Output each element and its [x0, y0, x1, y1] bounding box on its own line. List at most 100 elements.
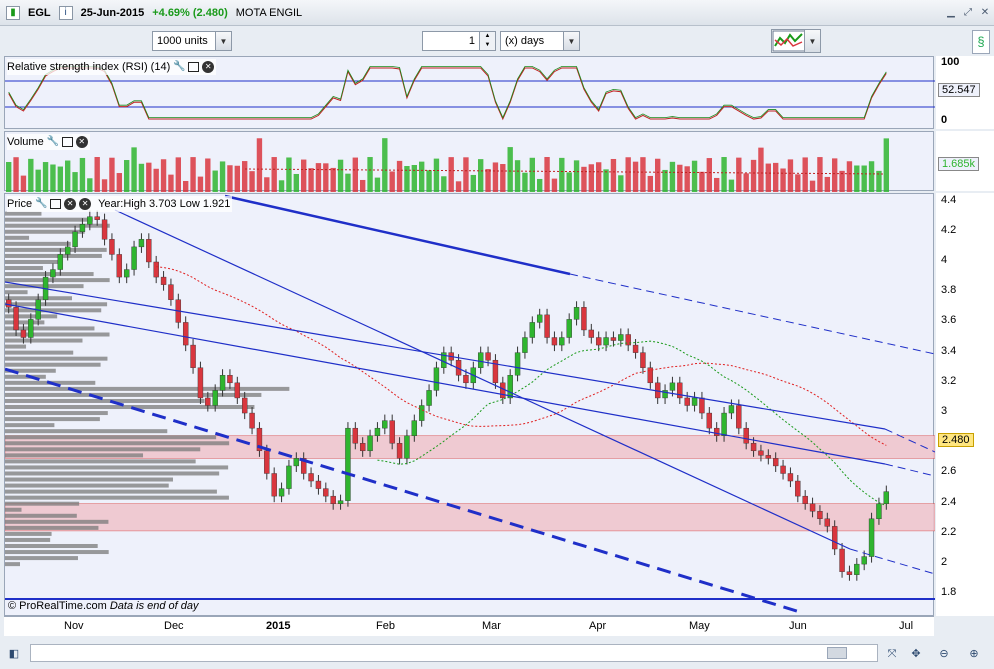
maximize-panel-icon[interactable]: [188, 62, 200, 72]
volume-bar: [153, 168, 159, 192]
title-bar: ▮ EGL i 25-Jun-2015 +4.69% (2.480) MOTA …: [0, 0, 994, 26]
volume-bar: [87, 178, 93, 192]
candle-body: [286, 465, 292, 489]
candle-body: [595, 337, 602, 346]
rsi-line-red: [8, 67, 887, 121]
close-panel-icon[interactable]: ✕: [202, 61, 215, 73]
volume-bar: [249, 171, 255, 192]
volume-bar: [500, 164, 506, 192]
rsi-current-value: 52.547: [938, 83, 980, 97]
close-icon[interactable]: ✕: [978, 6, 992, 20]
time-axis-label: Jul: [899, 620, 914, 632]
stepper-up-icon[interactable]: ▲: [479, 32, 495, 41]
chart-style-button[interactable]: ▼: [771, 29, 821, 53]
candle-body: [839, 548, 845, 572]
volume-bar: [352, 157, 358, 192]
volume-bar: [773, 162, 779, 192]
zoom-out-icon[interactable]: ⊖: [936, 646, 952, 662]
period-value: 1: [468, 35, 475, 47]
volume-profile-bar: [5, 465, 229, 470]
volume-bar: [706, 158, 712, 192]
volume-bar: [817, 157, 823, 192]
zoom-in-icon[interactable]: ⊕: [966, 646, 982, 662]
volume-bar: [94, 157, 100, 192]
stepper-down-icon[interactable]: ▼: [479, 41, 495, 50]
candle-body: [205, 397, 211, 406]
candle-body: [728, 405, 735, 414]
close-panel-icon[interactable]: ✕: [75, 136, 88, 148]
price-axis-tick: 2: [941, 556, 948, 569]
volume-profile-bar: [5, 441, 230, 446]
close-panel-icon[interactable]: ✕: [64, 198, 77, 210]
wrench-icon[interactable]: 🔧: [173, 61, 185, 73]
candle-body: [241, 397, 248, 414]
time-axis-label: Jun: [789, 620, 807, 632]
wrench-icon[interactable]: 🔧: [47, 136, 59, 148]
maximize-panel-icon[interactable]: [50, 199, 62, 209]
rsi-panel[interactable]: Relative strength index (RSI) (14) 🔧 ✕: [4, 56, 935, 129]
price-panel[interactable]: Price 🔧 ✕ ✕ Year:High 3.703 Low 1.921: [4, 193, 935, 616]
info-icon[interactable]: i: [58, 5, 73, 20]
chart-type-icon[interactable]: ▮: [6, 5, 20, 20]
time-axis-label: 2015: [266, 620, 291, 632]
volume-bar: [168, 174, 174, 192]
chart-style-icon: [772, 30, 806, 52]
company-name: MOTA ENGIL: [235, 6, 303, 19]
maximize-panel-icon[interactable]: [61, 137, 73, 147]
volume-profile-bar: [5, 247, 107, 252]
chevron-down-icon[interactable]: ▼: [563, 32, 579, 50]
minimize-icon[interactable]: ▁: [944, 6, 958, 20]
volume-profile-bar: [5, 477, 173, 482]
volume-profile-bar: [5, 543, 98, 548]
volume-bar: [278, 180, 285, 192]
candle-body: [101, 219, 108, 240]
zoom-fit-icon[interactable]: ⤧: [884, 646, 900, 662]
candle-body: [28, 319, 34, 338]
volume-bar: [138, 163, 145, 192]
volume-panel[interactable]: Volume 🔧 ✕: [4, 131, 934, 192]
units-select[interactable]: 1000 units ▼: [152, 31, 232, 51]
candle-body: [418, 405, 425, 421]
volume-profile-bar: [5, 266, 43, 271]
maximize-icon[interactable]: ⤢: [961, 6, 975, 20]
volume-bar: [765, 163, 771, 192]
move-icon[interactable]: ✥: [908, 646, 924, 662]
close-panel-icon-2[interactable]: ✕: [79, 198, 92, 210]
toolbar: 1000 units ▼ 1 ▲ ▼ (x) days ▼ ▼: [0, 26, 994, 56]
volume-profile-bar: [5, 423, 55, 428]
volume-bar: [382, 138, 388, 192]
volume-bar: [655, 158, 661, 192]
price-title: Price: [7, 198, 33, 210]
period-unit-select[interactable]: (x) days ▼: [500, 31, 580, 51]
volume-profile-bar: [5, 513, 77, 518]
trend-line-mid-ext: [884, 463, 935, 477]
candle-body: [433, 367, 440, 391]
volume-bar: [101, 179, 108, 192]
volume-bar: [618, 175, 624, 192]
period-stepper[interactable]: 1 ▲ ▼: [422, 31, 496, 51]
volume-profile-bar: [5, 435, 217, 440]
scrollbar-thumb[interactable]: [827, 647, 847, 659]
candle-body: [123, 269, 130, 278]
volume-bar: [662, 169, 668, 192]
candle-body: [293, 458, 300, 467]
bottom-bar: ◧ ⤧ ✥ ⊖ ⊕: [0, 640, 994, 669]
volume-bar: [750, 159, 757, 192]
wrench-icon[interactable]: 🔧: [35, 198, 47, 210]
indicator-tool-icon[interactable]: §: [972, 30, 990, 54]
volume-bar: [124, 160, 130, 192]
candle-body: [706, 412, 713, 429]
chevron-down-icon[interactable]: ▼: [215, 32, 231, 50]
lock-icon[interactable]: ◧: [2, 646, 26, 662]
volume-bar: [758, 147, 764, 192]
candle-body: [367, 435, 373, 452]
chevron-down-icon[interactable]: ▼: [804, 30, 820, 52]
volume-bar: [308, 168, 314, 192]
volume-profile-bar: [5, 290, 28, 295]
time-scrollbar[interactable]: [30, 644, 878, 662]
volume-header: Volume 🔧 ✕: [7, 134, 90, 150]
candle-body: [876, 503, 882, 520]
candle-body: [160, 276, 167, 285]
price-axis-tick: 4: [941, 253, 948, 266]
volume-bar: [566, 172, 572, 192]
